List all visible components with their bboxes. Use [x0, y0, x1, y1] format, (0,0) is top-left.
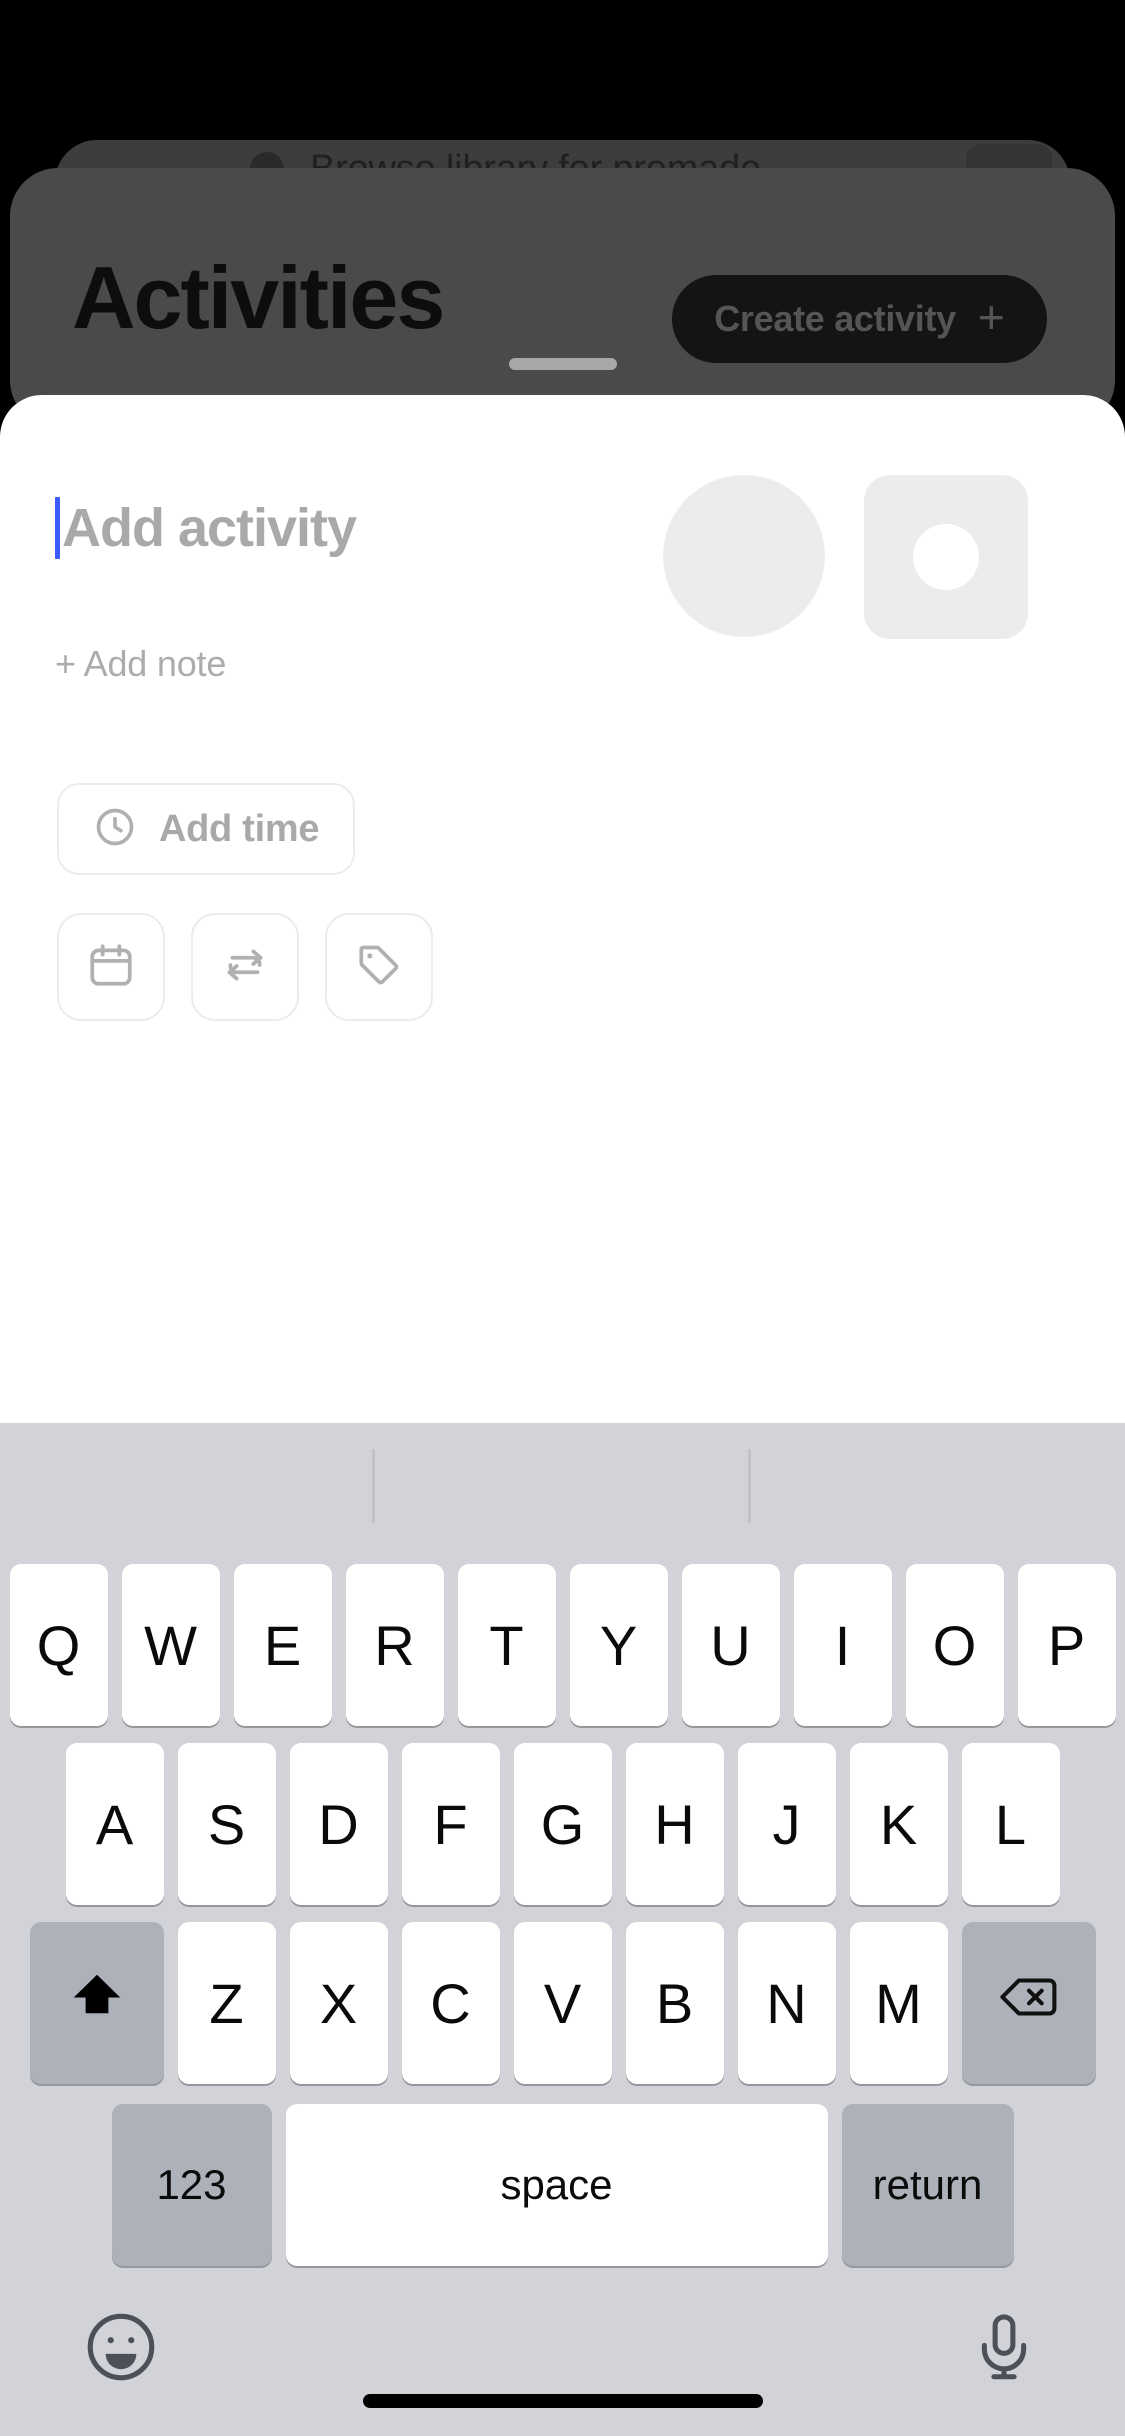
key-v[interactable]: V [513, 1922, 612, 2084]
key-r[interactable]: R [345, 1564, 444, 1726]
add-note-button[interactable]: + Add note [55, 643, 226, 685]
key-g[interactable]: G [513, 1743, 612, 1905]
add-time-button[interactable]: Add time [57, 783, 356, 875]
create-activity-label: Create activity [714, 298, 956, 339]
date-button[interactable] [57, 913, 165, 1021]
key-t[interactable]: T [457, 1564, 556, 1726]
emoji-picker-button[interactable] [864, 475, 1028, 639]
key-c[interactable]: C [401, 1922, 500, 2084]
key-x[interactable]: X [289, 1922, 388, 2084]
key-y[interactable]: Y [569, 1564, 668, 1726]
activity-title-placeholder: Add activity [62, 498, 357, 558]
calendar-icon [86, 940, 136, 995]
add-activity-sheet: Add activity + Add note Add time [0, 395, 1125, 1771]
key-h[interactable]: H [625, 1743, 724, 1905]
key-b[interactable]: B [625, 1922, 724, 2084]
quick-actions-row [57, 913, 433, 1021]
emoji-key[interactable] [78, 2306, 164, 2392]
key-z[interactable]: Z [177, 1922, 276, 2084]
key-l[interactable]: L [961, 1743, 1060, 1905]
key-u[interactable]: U [681, 1564, 780, 1726]
key-q[interactable]: Q [9, 1564, 108, 1726]
activity-title-input[interactable]: Add activity [55, 497, 357, 559]
key-w[interactable]: W [121, 1564, 220, 1726]
keyboard-row-2: A S D F G H J K L [0, 1743, 1125, 1905]
return-key[interactable]: return [841, 2104, 1014, 2266]
dictation-key[interactable] [961, 2306, 1047, 2392]
backspace-icon [996, 1964, 1062, 2043]
add-time-label: Add time [159, 807, 320, 850]
plus-icon: + [977, 291, 1005, 343]
key-a[interactable]: A [65, 1743, 164, 1905]
keyboard-bottom-row [0, 2288, 1125, 2436]
suggestion-divider [748, 1449, 751, 1523]
home-indicator [362, 2394, 763, 2408]
sheet-grabber[interactable] [508, 358, 617, 370]
keyboard-row-1: Q W E R T Y U I O P [0, 1564, 1125, 1726]
create-activity-button[interactable]: Create activity + [672, 275, 1047, 363]
key-m[interactable]: M [849, 1922, 948, 2084]
microphone-icon [966, 2309, 1042, 2390]
key-n[interactable]: N [737, 1922, 836, 2084]
shift-icon [66, 1966, 128, 2041]
suggestion-divider [372, 1449, 375, 1523]
page-title: Activities [72, 248, 445, 347]
keyboard-row-3: Z X C V B N M [0, 1922, 1125, 2084]
activity-title-row: Add activity [55, 475, 1070, 639]
key-s[interactable]: S [177, 1743, 276, 1905]
key-f[interactable]: F [401, 1743, 500, 1905]
key-j[interactable]: J [737, 1743, 836, 1905]
key-e[interactable]: E [233, 1564, 332, 1726]
repeat-button[interactable] [191, 913, 299, 1021]
key-p[interactable]: P [1017, 1564, 1116, 1726]
numbers-key[interactable]: 123 [111, 2104, 272, 2266]
software-keyboard: Q W E R T Y U I O P A S D F G H J K L Z … [0, 1423, 1125, 2436]
key-k[interactable]: K [849, 1743, 948, 1905]
text-caret [55, 497, 60, 559]
emoji-icon [80, 2306, 162, 2393]
avatar[interactable] [663, 475, 825, 637]
key-i[interactable]: I [793, 1564, 892, 1726]
clock-icon [93, 805, 137, 854]
tag-button[interactable] [325, 913, 433, 1021]
keyboard-row-4: 123 space return [0, 2104, 1125, 2266]
suggestion-bar[interactable] [0, 1423, 1125, 1551]
emoji-placeholder-icon [913, 524, 979, 590]
space-key[interactable]: space [285, 2104, 828, 2266]
shift-key[interactable] [29, 1922, 164, 2084]
backspace-key[interactable] [961, 1922, 1096, 2084]
key-o[interactable]: O [905, 1564, 1004, 1726]
phone-screen: Browse library for premade Activities Cr… [0, 0, 1125, 2436]
key-d[interactable]: D [289, 1743, 388, 1905]
tag-icon [354, 940, 404, 995]
repeat-icon [220, 940, 270, 995]
